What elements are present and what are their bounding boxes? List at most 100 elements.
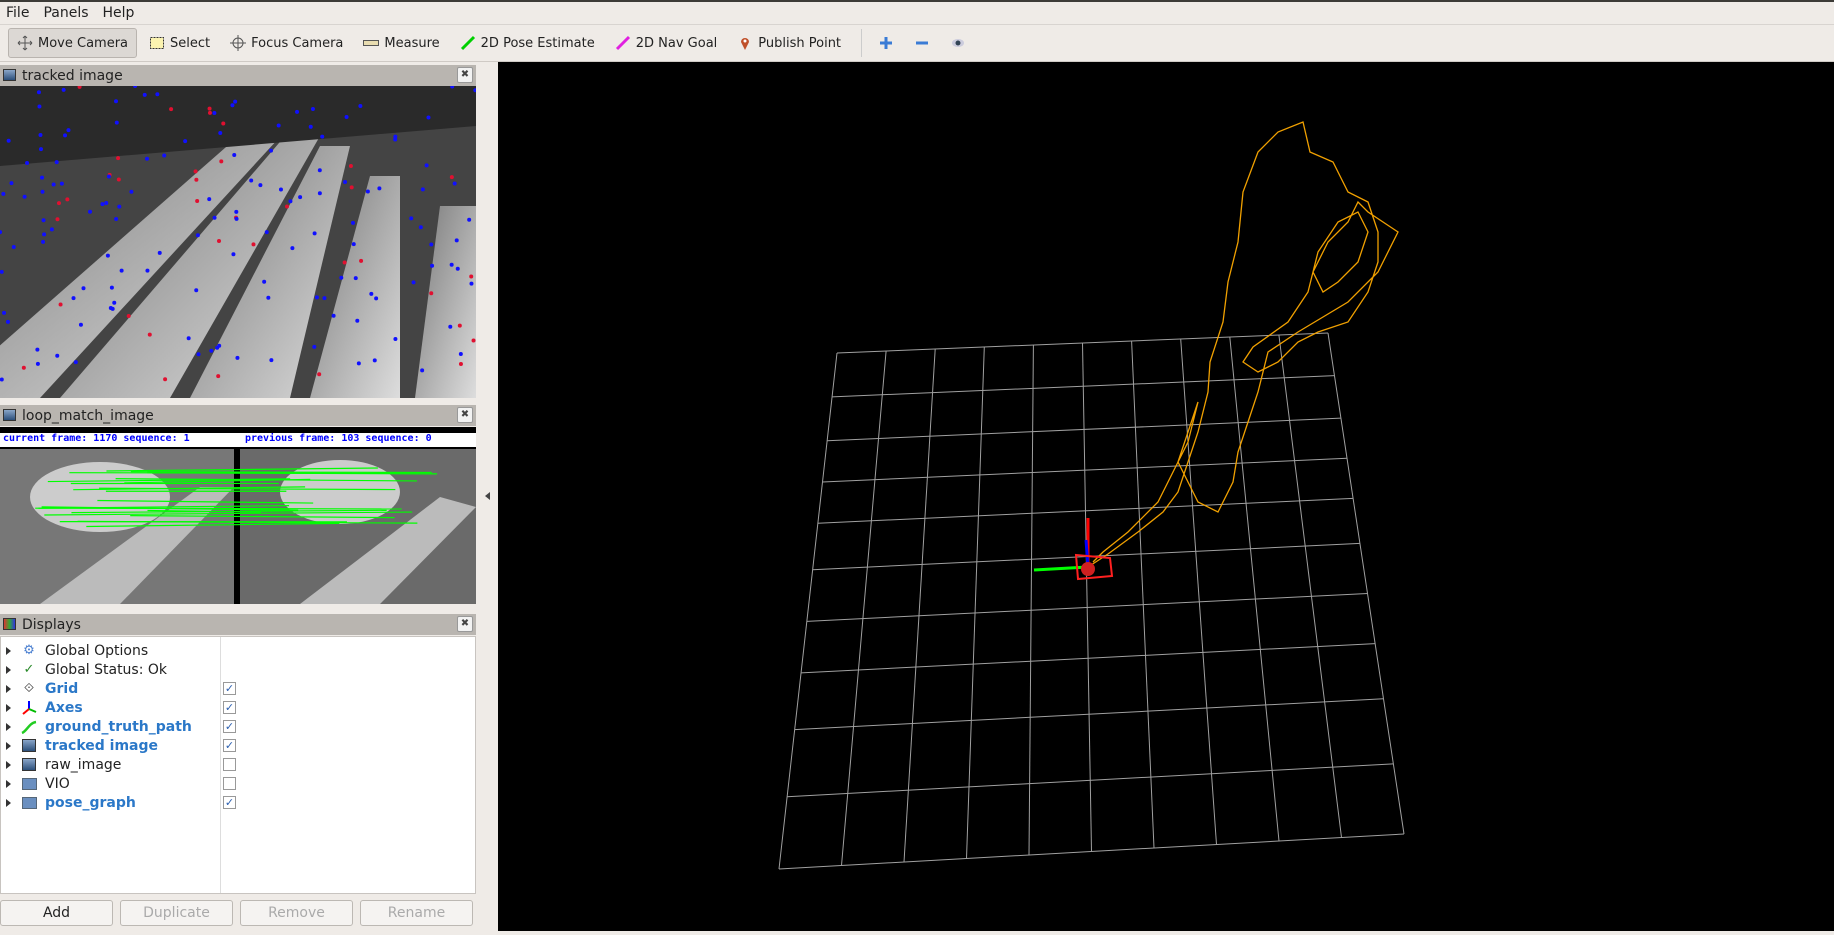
feature-point [72,296,76,300]
feature-point [117,205,121,209]
feature-point [453,181,457,185]
expand-arrow-icon[interactable] [6,685,11,693]
collapse-arrow-icon[interactable] [485,492,490,500]
display-item[interactable]: VIO [1,774,475,793]
feature-point [217,239,221,243]
feature-point [309,125,313,129]
display-checkbox[interactable]: ✓ [223,701,236,714]
expand-arrow-icon[interactable] [6,799,11,807]
feature-point [266,296,270,300]
feature-point [312,345,316,349]
duplicate-button[interactable]: Duplicate [120,900,233,926]
feature-point [148,333,152,337]
add-tool-button[interactable] [870,28,902,58]
nav-goal-icon [615,35,631,51]
menu-help[interactable]: Help [103,5,135,21]
feature-point [6,320,10,324]
display-checkbox[interactable] [223,758,236,771]
remove-button[interactable]: Remove [240,900,353,926]
display-item[interactable]: Axes✓ [1,698,475,717]
focus-camera-button[interactable]: Focus Camera [222,28,351,58]
feature-point [429,242,433,246]
feature-point [355,319,359,323]
grid-line [1029,345,1033,855]
grid-line [1181,339,1217,845]
loop-match-image-view: current frame: 1170 sequence: 1 previous … [0,427,476,604]
view-button[interactable] [942,28,974,58]
feature-point [12,245,16,249]
expand-arrow-icon[interactable] [6,780,11,788]
feature-point [251,242,255,246]
feature-point [450,175,454,179]
add-button[interactable]: Add [0,900,113,926]
expand-arrow-icon[interactable] [6,704,11,712]
feature-point [195,199,199,203]
expand-arrow-icon[interactable] [6,647,11,655]
display-item[interactable]: ⚙Global Options [1,641,475,660]
feature-point [62,88,66,92]
feature-point [114,217,118,221]
close-icon[interactable]: ✖ [457,616,473,632]
display-checkbox[interactable]: ✓ [223,682,236,695]
feature-point [235,217,239,221]
panel-splitter[interactable] [476,62,498,931]
remove-tool-button[interactable] [906,28,938,58]
menu-panels[interactable]: Panels [43,5,88,21]
feature-point [350,185,354,189]
feature-point [65,197,69,201]
displays-tree: ⚙Global Options✓Global Status: Ok⟐Grid✓A… [0,636,476,894]
close-icon[interactable]: ✖ [457,67,473,83]
previous-frame-text: previous frame: 103 sequence: 0 [245,433,432,444]
rename-button[interactable]: Rename [360,900,473,926]
display-checkbox[interactable]: ✓ [223,739,236,752]
display-item[interactable]: ⟐Grid✓ [1,679,475,698]
feature-point [112,301,116,305]
display-item-label: VIO [45,776,70,792]
feature-point [50,227,54,231]
current-frame-text: current frame: 1170 sequence: 1 [3,433,190,444]
2d-pose-estimate-button[interactable]: 2D Pose Estimate [452,28,603,58]
folder-icon [21,795,37,811]
expand-arrow-icon[interactable] [6,742,11,750]
display-buttons: Add Duplicate Remove Rename [0,900,476,928]
feature-point [262,280,266,284]
display-checkbox[interactable]: ✓ [223,720,236,733]
menu-file[interactable]: File [6,5,29,21]
select-button[interactable]: Select [141,28,218,58]
measure-button[interactable]: Measure [355,28,447,58]
grid-line [904,349,935,862]
feature-point [288,199,292,203]
image-icon [21,757,37,773]
grid-line [1328,333,1404,834]
feature-point [2,311,6,315]
feature-point [235,356,239,360]
feature-point [145,269,149,273]
3d-viewport[interactable] [498,62,1834,931]
move-camera-button[interactable]: Move Camera [8,28,137,58]
feature-point [358,104,362,108]
publish-point-button[interactable]: Publish Point [729,28,849,58]
feature-point [162,154,166,158]
feature-point [351,221,355,225]
feature-point [409,216,413,220]
display-item[interactable]: ✓Global Status: Ok [1,660,475,679]
close-icon[interactable]: ✖ [457,407,473,423]
feature-point [450,263,454,267]
feature-point [458,324,462,328]
expand-arrow-icon[interactable] [6,723,11,731]
display-item[interactable]: tracked image✓ [1,736,475,755]
feature-point [234,210,238,214]
feature-point [279,188,283,192]
2d-nav-goal-button[interactable]: 2D Nav Goal [607,28,726,58]
expand-arrow-icon[interactable] [6,666,11,674]
feature-point [120,269,124,273]
display-item[interactable]: ground_truth_path✓ [1,717,475,736]
display-item[interactable]: raw_image [1,755,475,774]
display-item-label: raw_image [45,757,121,773]
publish-point-icon [737,35,753,51]
display-checkbox[interactable] [223,777,236,790]
display-checkbox[interactable]: ✓ [223,796,236,809]
display-item[interactable]: pose_graph✓ [1,793,475,812]
feature-point [230,103,234,107]
expand-arrow-icon[interactable] [6,761,11,769]
